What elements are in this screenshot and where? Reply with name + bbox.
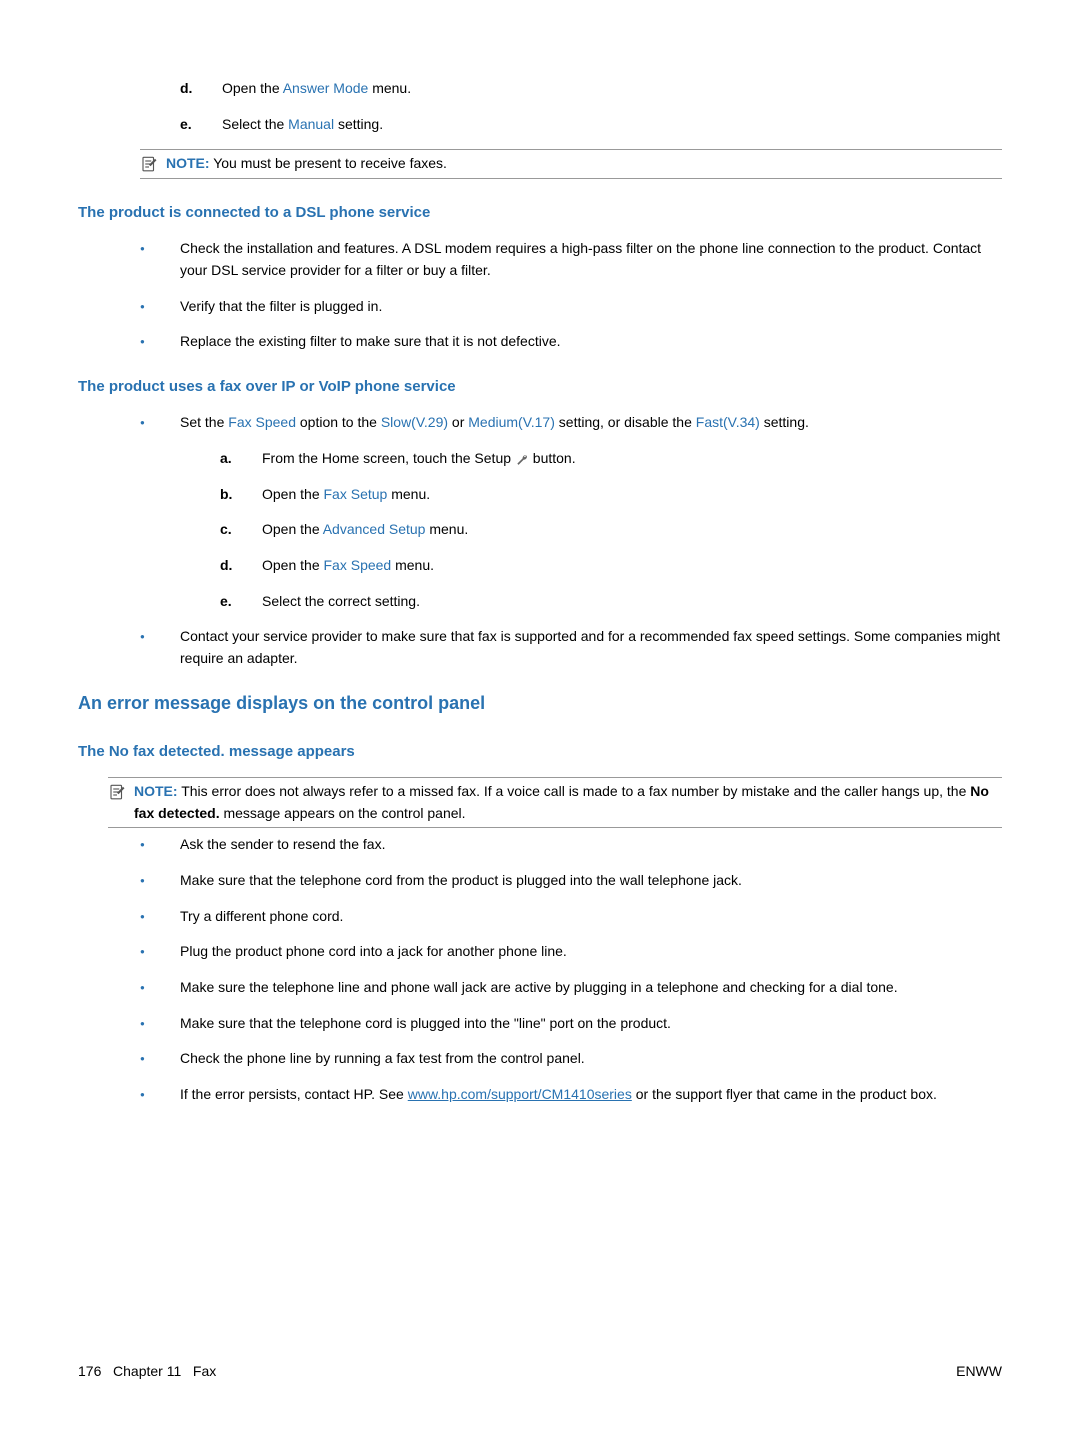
marker: c. (220, 519, 232, 541)
step-text: Open the Fax Setup menu. (262, 486, 430, 502)
menu-name: Fax Setup (324, 486, 388, 502)
note-content: NOTE: This error does not always refer t… (134, 781, 1002, 824)
page-footer: 176 Chapter 11 Fax ENWW (78, 1361, 1002, 1383)
footer-left: 176 Chapter 11 Fax (78, 1361, 216, 1383)
marker: b. (220, 484, 232, 506)
list-item: Verify that the filter is plugged in. (140, 296, 1002, 318)
list-item: b. Open the Fax Setup menu. (220, 484, 1002, 506)
list-item: e. Select the correct setting. (220, 591, 1002, 613)
list-item: e. Select the Manual setting. (180, 114, 1002, 136)
list-item: Check the installation and features. A D… (140, 238, 1002, 281)
step-text: Open the Fax Speed menu. (262, 557, 434, 573)
note-body-pre: This error does not always refer to a mi… (181, 783, 970, 799)
heading-dsl: The product is connected to a DSL phone … (78, 201, 1002, 224)
list-item: d. Open the Answer Mode menu. (180, 78, 1002, 100)
bullet-text: If the error persists, contact HP. See w… (180, 1086, 937, 1102)
option-name: Fast(V.34) (696, 414, 760, 430)
marker: d. (180, 78, 192, 100)
step-text: From the Home screen, touch the Setup bu… (262, 450, 576, 466)
note-label: NOTE: (134, 783, 178, 799)
wrench-icon (515, 452, 529, 466)
menu-name: Advanced Setup (323, 521, 426, 537)
list-item: Try a different phone cord. (140, 906, 1002, 928)
list-item: c. Open the Advanced Setup menu. (220, 519, 1002, 541)
list-item: Check the phone line by running a fax te… (140, 1048, 1002, 1070)
footer-right: ENWW (956, 1361, 1002, 1383)
step-text: Open the Answer Mode menu. (222, 80, 411, 96)
list-item: Set the Fax Speed option to the Slow(V.2… (140, 412, 1002, 612)
step-text: Select the Manual setting. (222, 116, 383, 132)
menu-name: Manual (288, 116, 334, 132)
list-item: Make sure that the telephone cord is plu… (140, 1013, 1002, 1035)
list-item: d. Open the Fax Speed menu. (220, 555, 1002, 577)
page-number: 176 (78, 1363, 101, 1379)
bullet-list-dsl: Check the installation and features. A D… (140, 238, 1002, 353)
list-item: Contact your service provider to make su… (140, 626, 1002, 669)
marker: e. (220, 591, 232, 613)
marker: d. (220, 555, 232, 577)
note-label: NOTE: (166, 155, 210, 171)
step-text: Select the correct setting. (262, 593, 420, 609)
marker: a. (220, 448, 232, 470)
menu-name: Fax Speed (324, 557, 392, 573)
bullet-list-voip: Set the Fax Speed option to the Slow(V.2… (140, 412, 1002, 670)
note-icon (140, 155, 158, 173)
note-content: NOTE: You must be present to receive fax… (166, 153, 1002, 175)
option-name: Fax Speed (228, 414, 296, 430)
option-name: Medium(V.17) (468, 414, 555, 430)
marker: e. (180, 114, 192, 136)
note-body: You must be present to receive faxes. (213, 155, 447, 171)
list-item: Replace the existing filter to make sure… (140, 331, 1002, 353)
list-item: Plug the product phone cord into a jack … (140, 941, 1002, 963)
list-item: a. From the Home screen, touch the Setup… (220, 448, 1002, 470)
chapter-name: Chapter 11 Fax (113, 1363, 216, 1379)
note-callout: NOTE: This error does not always refer t… (108, 777, 1002, 828)
list-item: If the error persists, contact HP. See w… (140, 1084, 1002, 1106)
option-name: Slow(V.29) (381, 414, 448, 430)
menu-name: Answer Mode (283, 80, 369, 96)
support-link[interactable]: www.hp.com/support/CM1410series (408, 1086, 632, 1102)
list-item: Ask the sender to resend the fax. (140, 834, 1002, 856)
step-text: Open the Advanced Setup menu. (262, 521, 468, 537)
bullet-text: Set the Fax Speed option to the Slow(V.2… (180, 414, 809, 430)
ordered-sublist-voip: a. From the Home screen, touch the Setup… (220, 448, 1002, 612)
note-callout: NOTE: You must be present to receive fax… (140, 149, 1002, 179)
note-icon (108, 783, 126, 801)
heading-no-fax-detected: The No fax detected. message appears (78, 740, 1002, 763)
ordered-sublist-initial: d. Open the Answer Mode menu. e. Select … (180, 78, 1002, 135)
list-item: Make sure that the telephone cord from t… (140, 870, 1002, 892)
bullet-list-nofax: Ask the sender to resend the fax. Make s… (140, 834, 1002, 1106)
note-body-post: message appears on the control panel. (220, 805, 466, 821)
heading-error-message: An error message displays on the control… (78, 690, 1002, 718)
heading-voip: The product uses a fax over IP or VoIP p… (78, 375, 1002, 398)
list-item: Make sure the telephone line and phone w… (140, 977, 1002, 999)
